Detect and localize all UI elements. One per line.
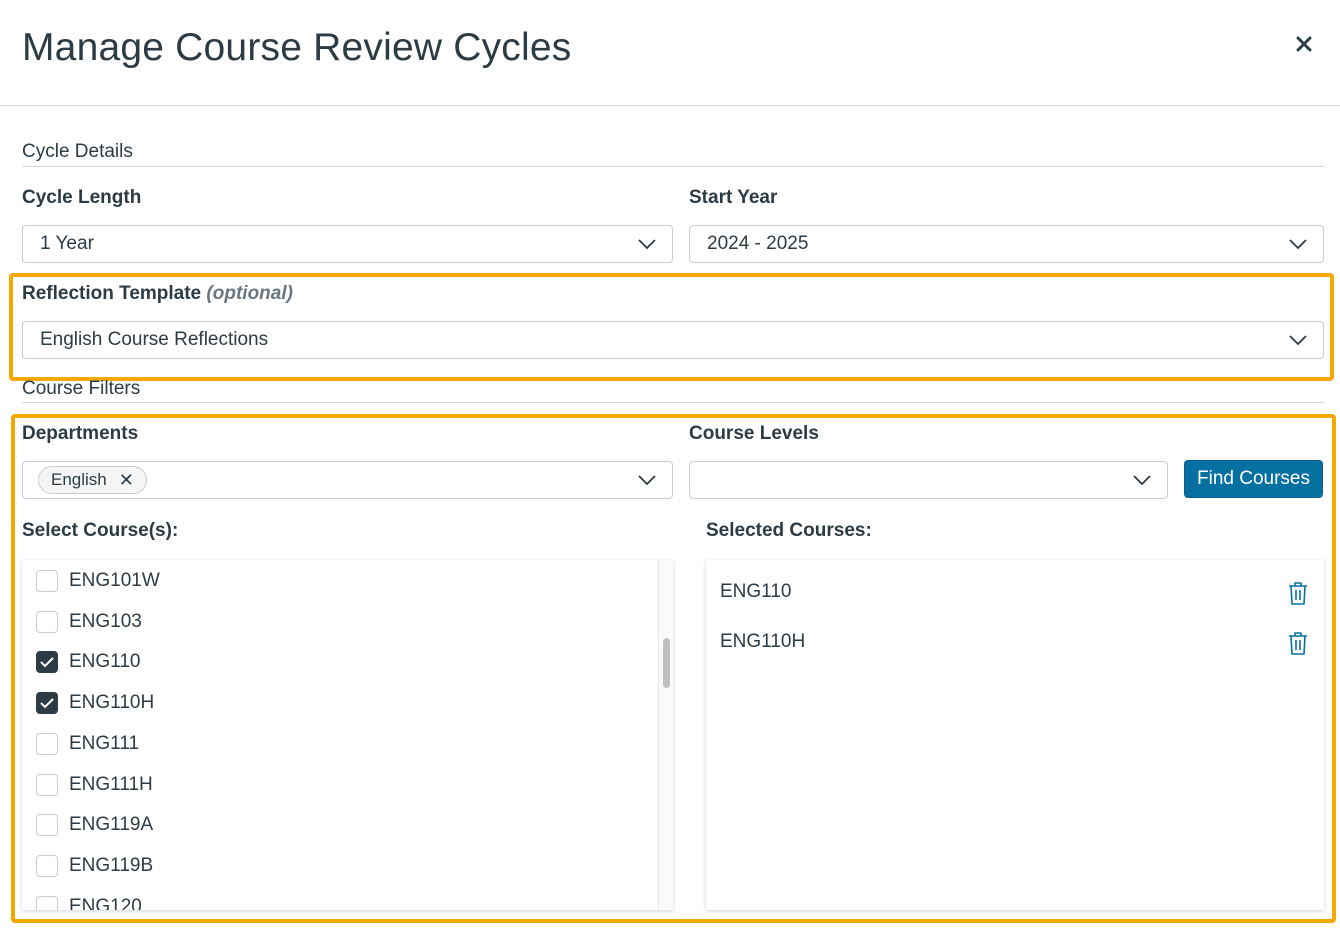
course-code-label: ENG101W — [69, 570, 160, 591]
chevron-down-icon — [638, 239, 656, 250]
close-icon — [1296, 36, 1312, 52]
trash-icon[interactable] — [1286, 630, 1310, 656]
course-code-label: ENG119B — [69, 854, 154, 876]
find-courses-button[interactable]: Find Courses — [1184, 460, 1323, 498]
course-filters-heading: Course Filters — [22, 378, 141, 399]
checkbox[interactable] — [36, 570, 58, 592]
chevron-down-icon — [1133, 475, 1151, 486]
department-tag-english: English ✕ — [38, 466, 147, 494]
checkbox[interactable] — [36, 854, 58, 877]
checkbox[interactable] — [36, 814, 58, 837]
course-code-label: ENG110 — [69, 651, 141, 673]
course-checkbox-item[interactable]: ENG103 — [36, 607, 142, 637]
checkbox-checked[interactable] — [36, 651, 58, 674]
chevron-down-icon — [1289, 239, 1307, 250]
chevron-down-icon — [1289, 335, 1307, 346]
select-courses-label: Select Course(s): — [22, 520, 179, 541]
remove-tag-icon[interactable]: ✕ — [119, 471, 134, 489]
selected-courses-label: Selected Courses: — [706, 520, 872, 541]
course-checklist[interactable]: ENG101W ENG103 ENG110 ENG110H ENG111 ENG111H E… — [22, 560, 673, 910]
course-code-label: ENG120 — [69, 895, 142, 910]
checkbox-checked[interactable] — [36, 692, 58, 715]
start-year-select[interactable]: 2024 - 2025 — [689, 225, 1324, 263]
course-checkbox-item[interactable]: ENG111 — [36, 729, 139, 759]
course-checkbox-item[interactable]: ENG120 — [36, 892, 142, 910]
cycle-details-heading: Cycle Details — [22, 141, 133, 162]
department-tag-label: English — [51, 470, 107, 489]
course-checkbox-item[interactable]: ENG110H — [36, 688, 154, 718]
trash-icon[interactable] — [1286, 580, 1310, 606]
course-checkbox-item[interactable]: ENG111H — [36, 770, 153, 800]
checkbox[interactable] — [36, 773, 58, 796]
modal-title: Manage Course Review Cycles — [22, 26, 572, 69]
course-checkbox-item[interactable]: ENG119A — [36, 810, 153, 840]
checkmark-icon — [40, 698, 54, 709]
cycle-length-select[interactable]: 1 Year — [22, 225, 673, 263]
reflection-template-value: English Course Reflections — [40, 329, 269, 350]
course-code-label: ENG103 — [69, 610, 142, 632]
start-year-label: Start Year — [689, 187, 778, 208]
cycle-length-label: Cycle Length — [22, 187, 142, 208]
cycle-length-value: 1 Year — [40, 233, 94, 254]
checkbox[interactable] — [36, 732, 58, 755]
selected-course-item: ENG110H — [720, 631, 806, 652]
course-code-label: ENG111H — [69, 773, 153, 795]
departments-multiselect[interactable]: English ✕ — [22, 461, 673, 499]
checkmark-icon — [40, 657, 54, 668]
checkbox[interactable] — [36, 610, 58, 633]
course-code-label: ENG110H — [69, 692, 155, 714]
reflection-template-label-text: Reflection Template — [22, 283, 202, 304]
course-checkbox-item[interactable]: ENG110 — [36, 647, 140, 677]
start-year-value: 2024 - 2025 — [707, 233, 809, 254]
reflection-template-select[interactable]: English Course Reflections — [22, 321, 1324, 359]
selected-courses-panel: ENG110 ENG110H — [706, 560, 1324, 910]
reflection-template-label: Reflection Template (optional) — [22, 283, 293, 305]
course-code-label: ENG111 — [69, 732, 140, 754]
course-checkbox-item[interactable]: ENG119B — [36, 851, 153, 881]
course-checkbox-item[interactable]: ENG101W — [36, 566, 160, 596]
scrollbar[interactable] — [658, 560, 673, 910]
chevron-down-icon — [638, 475, 656, 486]
course-levels-select[interactable] — [689, 461, 1168, 499]
scrollbar-thumb[interactable] — [663, 638, 670, 688]
modal-header: Manage Course Review Cycles — [0, 0, 1340, 106]
divider — [22, 402, 1324, 403]
checkbox[interactable] — [36, 895, 58, 910]
close-button[interactable] — [1290, 30, 1318, 58]
selected-course-item: ENG110 — [720, 581, 792, 602]
course-code-label: ENG119A — [69, 814, 154, 836]
divider — [22, 166, 1324, 167]
departments-label: Departments — [22, 423, 139, 444]
course-levels-label: Course Levels — [689, 423, 819, 444]
optional-label: (optional) — [206, 283, 293, 304]
